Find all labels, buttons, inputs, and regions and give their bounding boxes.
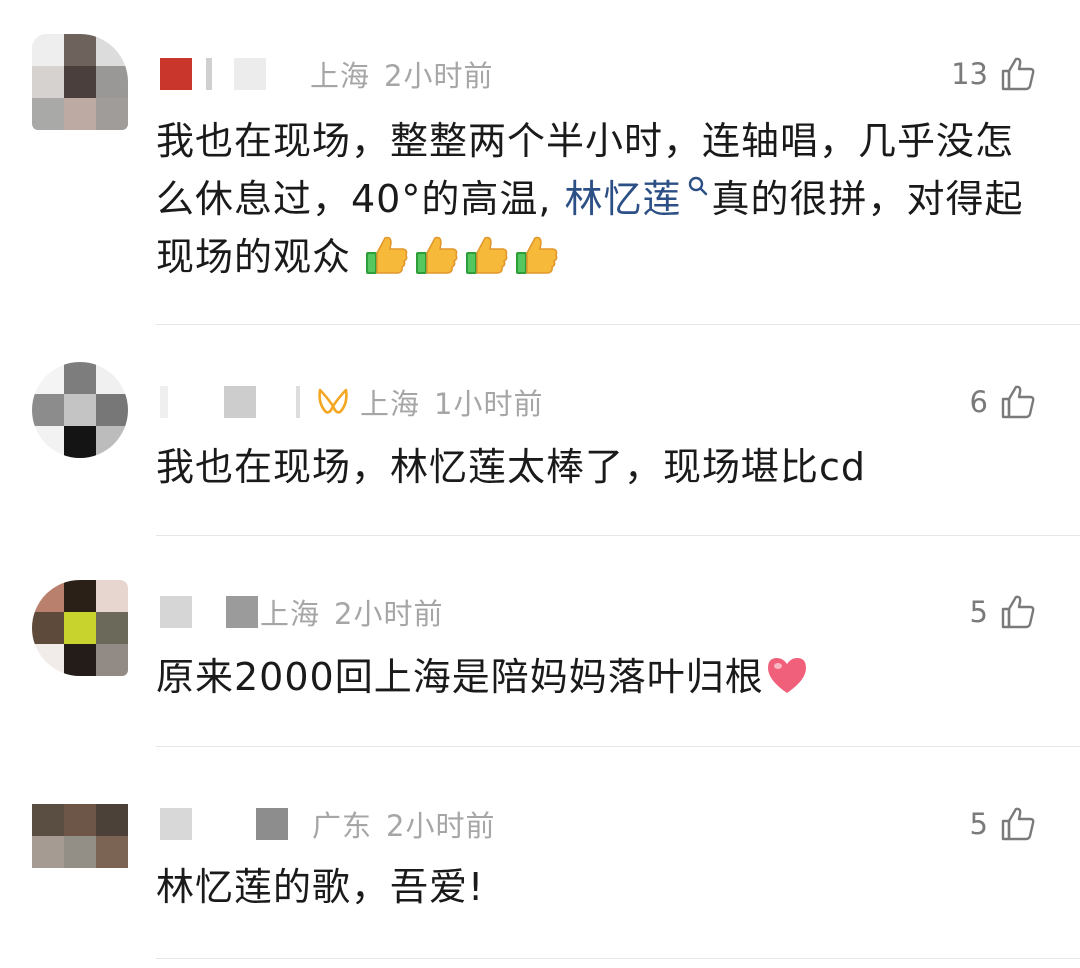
comment-text: 林忆莲的歌，吾爱! [156, 865, 485, 909]
comment-time: 2小时前 [384, 59, 494, 93]
comment-location: 上海 [360, 387, 421, 421]
like-count: 6 [969, 385, 988, 419]
thumbs-up-emoji-icon [416, 236, 458, 274]
username-blurred[interactable] [234, 58, 266, 90]
thumbs-up-icon[interactable] [1000, 384, 1036, 420]
username-blurred[interactable] [256, 808, 288, 840]
username-blurred[interactable] [160, 808, 192, 840]
comment-location: 广东 [312, 809, 373, 843]
username-blurred[interactable] [160, 386, 168, 418]
comment-meta: 上海 2小时前 [160, 592, 443, 632]
comment-text: 我也在现场，林忆莲太棒了，现场堪比cd [156, 445, 867, 489]
comment-meta: 上海 1小时前 [160, 382, 543, 422]
search-icon[interactable] [686, 174, 710, 198]
comment-time: 2小时前 [334, 597, 444, 631]
thumbs-up-emoji-icon [516, 236, 558, 274]
like-button[interactable]: 5 [970, 804, 1036, 844]
username-blurred[interactable] [160, 58, 192, 90]
divider [156, 535, 1080, 536]
mention-link[interactable]: 林忆莲 [565, 177, 682, 221]
comment-text: 原来2000回上海是陪妈妈落叶归根 [156, 648, 1036, 706]
username-blurred[interactable] [206, 58, 212, 90]
comment-location: 上海 [260, 597, 321, 631]
comment-time: 2小时前 [386, 809, 496, 843]
avatar[interactable] [32, 580, 128, 676]
divider [156, 958, 1080, 959]
username-blurred[interactable] [160, 596, 192, 628]
comment-location: 上海 [310, 59, 371, 93]
like-count: 5 [969, 807, 988, 841]
thumbs-up-emoji-icon [466, 236, 508, 274]
comment-time: 1小时前 [434, 387, 544, 421]
avatar[interactable] [32, 804, 128, 868]
thumbs-up-icon[interactable] [1000, 56, 1036, 92]
thumbs-up-icon[interactable] [1000, 594, 1036, 630]
comment-text-part: 原来2000回上海是陪妈妈落叶归根 [156, 655, 764, 699]
username-blurred[interactable] [224, 386, 256, 418]
comment-text: 我也在现场，整整两个半小时，连轴唱，几乎没怎么休息过，40°的高温, 林忆莲 真的… [156, 112, 1036, 286]
username-blurred[interactable] [296, 386, 300, 418]
like-count: 5 [969, 595, 988, 629]
comment-meta: 广东 2小时前 [160, 804, 495, 844]
thumbs-up-icon[interactable] [1000, 806, 1036, 842]
like-button[interactable]: 6 [970, 382, 1036, 422]
like-count: 13 [951, 57, 988, 91]
divider [156, 324, 1080, 325]
thumbs-up-emoji-icon [366, 236, 408, 274]
like-button[interactable]: 5 [970, 592, 1036, 632]
like-button[interactable]: 13 [951, 54, 1036, 94]
avatar[interactable] [32, 34, 128, 130]
avatar[interactable] [32, 362, 128, 458]
vip-badge-icon [318, 388, 348, 414]
comment-meta: 上海 2小时前 [160, 54, 493, 94]
username-blurred[interactable] [226, 596, 258, 628]
red-heart-emoji-icon [767, 658, 806, 693]
divider [156, 746, 1080, 747]
